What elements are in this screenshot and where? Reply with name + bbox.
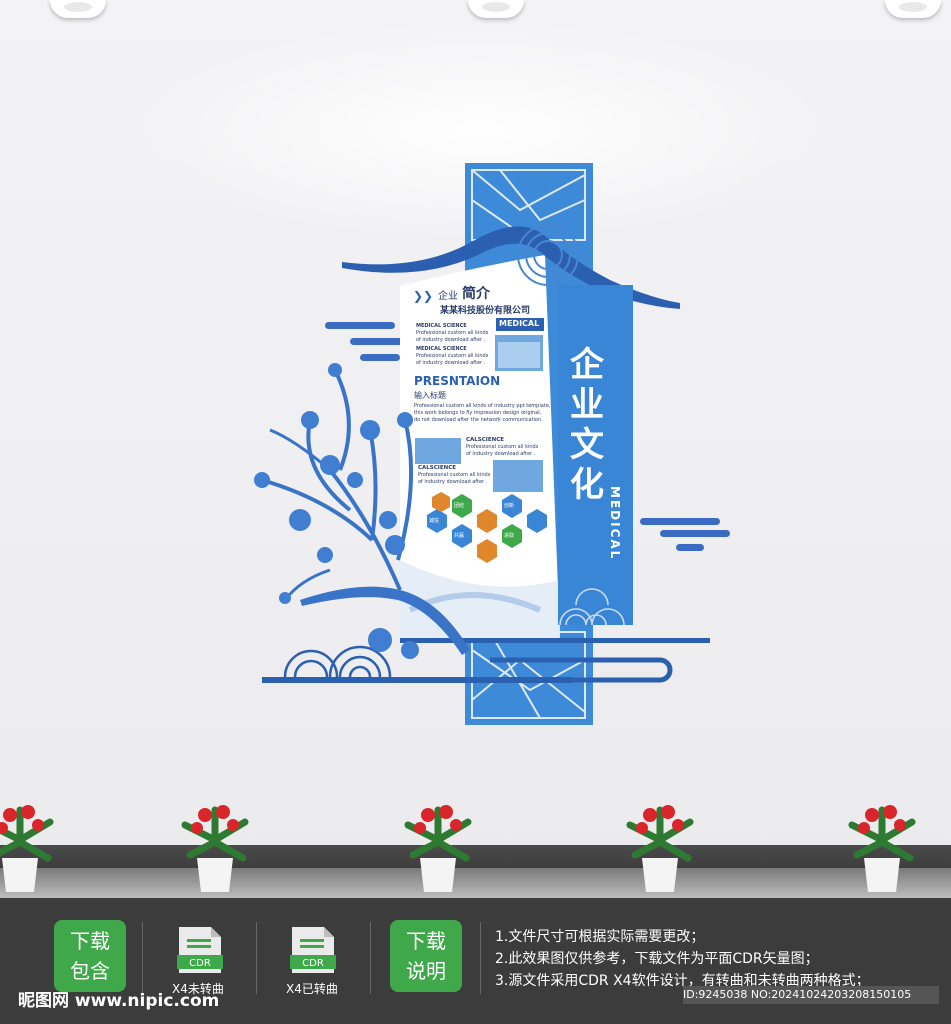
image-id-text: ID:9245038 NO:20241024203208150105 (683, 988, 912, 1001)
hexagon-label: 团结 (454, 503, 465, 509)
intro-title: 简介 (462, 286, 490, 302)
download-includes-button[interactable]: 下载 包含 (54, 920, 126, 992)
potted-plant (181, 805, 249, 892)
potted-plant (404, 805, 472, 892)
potted-plant (626, 805, 694, 892)
vertical-title: 企业文化 (570, 345, 604, 505)
calscience-text: of industry download after . (418, 479, 488, 485)
calscience-text: Professional custom all kinds (466, 444, 539, 450)
science-text: Professional custom all kinds (416, 330, 489, 336)
cdr-icon-label: CDR (189, 958, 211, 969)
potted-plant (848, 805, 916, 892)
site-watermark: 昵图网 www.nipic.com (18, 991, 220, 1011)
science-text: of industry download after . (416, 360, 486, 366)
presentation-heading: PRESNTAION (414, 374, 501, 388)
input-title: 输入标题 (414, 391, 446, 400)
panel-photo (493, 460, 543, 492)
science-text: of industry download after . (416, 337, 486, 343)
download-includes-line: 包含 (70, 959, 110, 983)
download-notes-line: 说明 (406, 959, 446, 983)
hexagon-label: 诚信 (429, 518, 440, 524)
divider (142, 922, 143, 994)
intro-arrows-icon: ❯❯ (413, 289, 434, 303)
note-line: 2.此效果图仅供参考，下载文件为平面CDR矢量图； (495, 951, 819, 967)
divider (256, 922, 257, 994)
panel-photo (415, 438, 461, 464)
base-bar (400, 638, 710, 643)
culture-wall-art (254, 163, 730, 725)
paragraph-line: this work belongs to fly impression desi… (414, 410, 542, 416)
medical-tag: MEDICAL (499, 319, 540, 328)
paragraph-line: Professional custom all kinds of industr… (414, 403, 551, 409)
calscience-text: Professional custom all kinds (418, 472, 491, 478)
paragraph-line: do not download after the network commun… (414, 417, 543, 423)
divider (480, 922, 481, 994)
company-name: 某某科技股份有限公司 (440, 306, 531, 316)
hexagon-label: 共赢 (454, 533, 465, 539)
download-notes: 1.文件尺寸可根据实际需要更改； 2.此效果图仅供参考，下载文件为平面CDR矢量… (495, 926, 870, 992)
vertical-subtitle: MEDICAL (608, 486, 622, 561)
note-line: 1.文件尺寸可根据实际需要更改； (495, 929, 705, 945)
science-heading: MEDICAL SCIENCE (416, 323, 467, 329)
cdr-file-icon[interactable]: CDR (290, 925, 336, 975)
potted-plant (0, 805, 54, 892)
scene: ❯❯ 企业 简介 某某科技股份有限公司 MEDICAL MEDICAL SCIE… (0, 0, 951, 1024)
wave-circle-decor (283, 645, 392, 678)
calscience-text: of industry download after . (466, 451, 536, 457)
calscience-heading: CALSCIENCE (418, 465, 456, 471)
science-heading: MEDICAL SCIENCE (416, 346, 467, 352)
hexagon-label: 创新 (504, 503, 515, 509)
file-label-converted: X4已转曲 (286, 982, 338, 996)
download-notes-button[interactable]: 下载 说明 (390, 920, 462, 992)
calscience-heading: CALSCIENCE (466, 437, 504, 443)
cdr-icon-label: CDR (302, 958, 324, 969)
hexagon-label: 进取 (504, 533, 515, 539)
download-notes-line: 下载 (406, 929, 446, 953)
download-includes-line: 下载 (70, 929, 110, 953)
divider (370, 922, 371, 994)
science-text: Professional custom all kinds (416, 353, 489, 359)
intro-prefix: 企业 (438, 291, 458, 302)
cdr-file-icon[interactable]: CDR (177, 925, 223, 975)
image-id: ID:9245038 NO:20241024203208150105 (683, 986, 939, 1004)
